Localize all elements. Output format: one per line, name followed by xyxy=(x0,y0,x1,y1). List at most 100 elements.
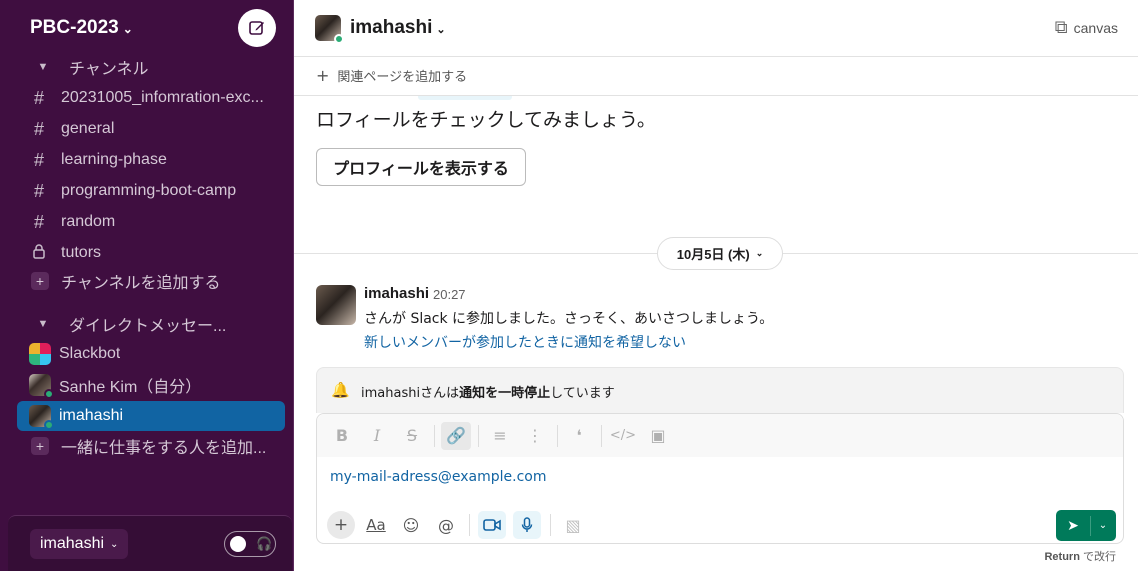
video-clip-icon[interactable] xyxy=(478,511,506,539)
sidebar-item-channel[interactable]: tutors xyxy=(17,238,285,268)
channel-header: imahashi ⌄ ⧉ canvas xyxy=(294,0,1138,57)
caret-down-icon: ▼ xyxy=(37,61,49,73)
avatar xyxy=(315,15,344,44)
divider xyxy=(557,424,558,447)
dm-section-header[interactable]: ▼ ダイレクトメッセー... xyxy=(17,309,285,339)
status-icon xyxy=(44,420,54,430)
mention-icon[interactable]: @ xyxy=(432,511,460,539)
divider xyxy=(601,424,602,447)
sidebar-item-channel[interactable]: # random xyxy=(17,207,285,237)
canvas-icon: ⧉ xyxy=(1054,17,1068,37)
lock-icon xyxy=(25,243,53,264)
bold-icon[interactable]: B xyxy=(327,422,357,450)
notification-optout-link[interactable]: 新しいメンバーが参加したときに通知を希望しない xyxy=(364,332,686,352)
formatting-toggle-icon[interactable]: Aa xyxy=(362,511,390,539)
link-icon[interactable]: 🔗 xyxy=(441,421,471,450)
hash-icon: # xyxy=(33,211,44,232)
sidebar-item-dm[interactable]: Slackbot xyxy=(17,339,285,369)
ordered-list-icon[interactable]: ≡ xyxy=(485,422,515,450)
sidebar-item-channel[interactable]: # programming-boot-camp xyxy=(17,176,285,206)
add-channel-button[interactable]: + チャンネルを追加する xyxy=(17,266,285,296)
dnd-text: imahashiさんは通知を一時停止しています xyxy=(361,382,615,401)
divider xyxy=(478,424,479,447)
dm-label: imahashi xyxy=(59,407,124,424)
caret-down-icon: ▼ xyxy=(37,318,49,330)
main-pane: imahashi ⌄ ⧉ canvas + 関連ページを追加する ロフィールをチェック… xyxy=(294,0,1138,571)
blockquote-icon[interactable]: ❛ xyxy=(564,422,594,450)
microphone-icon[interactable] xyxy=(513,511,541,539)
user-status-button[interactable]: imahashi ⌄ xyxy=(30,529,129,559)
hash-icon: # xyxy=(33,87,44,108)
dnd-bold: 通知を一時停止 xyxy=(459,386,551,401)
hash-icon: # xyxy=(33,118,44,139)
add-bookmark-label: 関連ページを追加する xyxy=(337,70,468,85)
sidebar-item-channel[interactable]: # general xyxy=(17,114,285,144)
plus-icon: + xyxy=(31,272,49,290)
headphones-icon: 🎧 xyxy=(256,536,273,552)
send-button-group: ➤ ⌄ xyxy=(1056,510,1116,541)
italic-icon[interactable]: I xyxy=(362,422,392,450)
channel-label: 20231005_infomration-exc... xyxy=(61,89,264,106)
sidebar-item-dm[interactable]: Sanhe Kim（自分） xyxy=(17,370,285,400)
message-timestamp[interactable]: 20:27 xyxy=(433,287,466,302)
avatar[interactable] xyxy=(316,285,356,325)
hash-icon: # xyxy=(33,180,44,201)
bulleted-list-icon[interactable]: ⋮ xyxy=(520,422,550,450)
sidebar-item-channel[interactable]: #20231005_infomration-exc... xyxy=(17,83,285,113)
bookmark-bar: + 関連ページを追加する xyxy=(294,57,1138,96)
attach-plus-icon[interactable]: + xyxy=(327,511,355,539)
composer-toolbar: + Aa ☺ @ ▧ ➤ ⌄ xyxy=(317,506,1123,544)
add-bookmark-button[interactable]: + 関連ページを追加する xyxy=(316,66,467,85)
canvas-label: canvas xyxy=(1073,19,1118,36)
canvas-button[interactable]: ⧉ canvas xyxy=(1055,17,1118,38)
slackbot-avatar xyxy=(29,343,51,365)
message-author[interactable]: imahashi xyxy=(364,285,429,302)
workspace-header: PBC-2023 ⌄ xyxy=(0,0,294,58)
toggle-knob xyxy=(230,536,246,552)
compose-button[interactable] xyxy=(238,9,276,47)
dnd-suffix: しています xyxy=(550,386,615,401)
slash-command-icon[interactable]: ▧ xyxy=(559,511,587,539)
hint-text: で改行 xyxy=(1079,551,1116,563)
channel-name-button[interactable]: imahashi ⌄ xyxy=(350,17,446,39)
channel-label: general xyxy=(61,120,115,137)
chevron-down-icon: ⌄ xyxy=(122,22,133,36)
message-list: ロフィールをチェックしてみましょう。 プロフィールを表示する 10月5日 (木)… xyxy=(294,96,1138,366)
section-label: ダイレクトメッセー... xyxy=(69,318,227,335)
profile-prompt-text: ロフィールをチェックしてみましょう。 xyxy=(316,109,656,131)
view-profile-button[interactable]: プロフィールを表示する xyxy=(316,148,526,186)
divider xyxy=(434,424,435,447)
chevron-down-icon: ⌄ xyxy=(110,538,119,550)
send-icon[interactable]: ➤ xyxy=(1056,518,1090,534)
channel-label: random xyxy=(61,213,116,230)
emoji-icon[interactable]: ☺ xyxy=(397,511,425,539)
sidebar-item-channel[interactable]: # learning-phase xyxy=(17,145,285,175)
strikethrough-icon[interactable]: S xyxy=(397,422,427,450)
huddle-toggle[interactable]: 🎧 xyxy=(224,531,276,557)
avatar xyxy=(29,405,54,430)
sidebar-item-dm-active[interactable]: imahashi xyxy=(17,401,285,431)
plus-icon: + xyxy=(31,437,49,455)
date-jump-button[interactable]: 10月5日 (木) ⌄ xyxy=(657,237,783,270)
dnd-notice: 🔔 imahashiさんは通知を一時停止しています xyxy=(316,367,1124,413)
message-editor: B I S 🔗 ≡ ⋮ ❛ </> ▣ my-mail-adress@examp… xyxy=(316,413,1124,544)
status-icon xyxy=(334,34,344,44)
code-block-icon[interactable]: ▣ xyxy=(643,422,673,450)
divider xyxy=(550,514,551,536)
schedule-chevron-icon[interactable]: ⌄ xyxy=(1091,520,1115,531)
dm-label: Slackbot xyxy=(59,345,121,362)
channels-section-header[interactable]: ▼ チャンネル xyxy=(17,52,285,82)
clipped-element xyxy=(418,96,512,100)
message-input[interactable]: my-mail-adress@example.com xyxy=(330,469,547,485)
plus-icon: + xyxy=(316,66,330,85)
current-user-name: imahashi xyxy=(40,535,105,552)
add-people-button[interactable]: + 一緒に仕事をする人を追加... xyxy=(17,431,285,461)
status-icon xyxy=(44,389,54,399)
workspace-menu-button[interactable]: PBC-2023 ⌄ xyxy=(30,17,133,39)
newline-hint: Return で改行 xyxy=(1044,548,1116,564)
channel-label: learning-phase xyxy=(61,151,167,168)
message-body: さんが Slack に参加しました。さっそく、あいさつしましょう。 xyxy=(364,311,774,327)
formatting-toolbar: B I S 🔗 ≡ ⋮ ❛ </> ▣ xyxy=(317,414,1123,457)
sidebar-footer: imahashi ⌄ 🎧 xyxy=(8,515,292,571)
code-icon[interactable]: </> xyxy=(608,422,638,450)
